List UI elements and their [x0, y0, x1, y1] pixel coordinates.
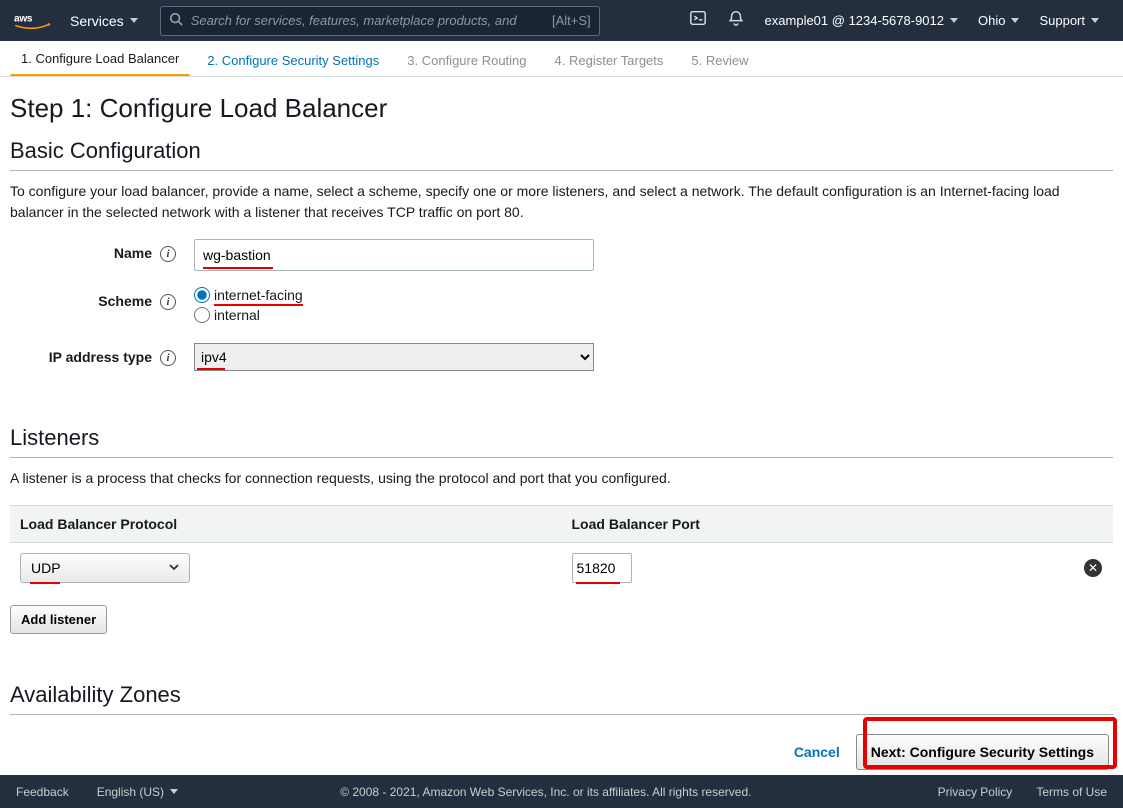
scheme-label: Scheme: [10, 287, 160, 309]
annotation-underline: [203, 267, 273, 269]
region-label: Ohio: [978, 13, 1005, 28]
page-title: Step 1: Configure Load Balancer: [10, 93, 1113, 124]
next-button[interactable]: Next: Configure Security Settings: [856, 734, 1109, 770]
port-input[interactable]: [572, 553, 632, 583]
step-2[interactable]: 2. Configure Security Settings: [196, 43, 390, 76]
search-icon: [169, 12, 183, 29]
row-scheme: Scheme i internet-facing internal: [10, 287, 1113, 327]
radio-internal[interactable]: [194, 307, 210, 323]
protocol-select[interactable]: UDP: [20, 553, 190, 583]
action-bar: Cancel Next: Configure Security Settings: [0, 729, 1123, 775]
basic-config-heading: Basic Configuration: [10, 138, 1113, 171]
annotation-underline: [30, 582, 60, 584]
scheme-internal-label: internal: [214, 307, 260, 323]
support-menu[interactable]: Support: [1039, 13, 1099, 28]
col-port: Load Balancer Port: [562, 506, 1074, 543]
scheme-internet-facing[interactable]: internet-facing: [194, 287, 594, 303]
footer-bar: Feedback English (US) © 2008 - 2021, Ama…: [0, 775, 1123, 808]
support-label: Support: [1039, 13, 1085, 28]
privacy-link[interactable]: Privacy Policy: [938, 785, 1013, 799]
notifications-icon[interactable]: [727, 9, 745, 32]
feedback-link[interactable]: Feedback: [16, 785, 69, 799]
remove-listener-icon[interactable]: ✕: [1084, 559, 1102, 577]
iptype-select[interactable]: ipv4: [194, 343, 594, 371]
chevron-down-icon: [1011, 18, 1019, 23]
listeners-heading: Listeners: [10, 425, 1113, 458]
global-search[interactable]: [Alt+S]: [160, 6, 600, 36]
language-selector[interactable]: English (US): [97, 785, 178, 799]
step-4: 4. Register Targets: [544, 43, 675, 76]
chevron-down-icon: [170, 789, 178, 794]
cancel-button[interactable]: Cancel: [794, 744, 840, 760]
radio-internet-facing[interactable]: [194, 287, 210, 303]
scheme-internal[interactable]: internal: [194, 307, 594, 323]
col-actions: [1073, 506, 1113, 543]
services-menu[interactable]: Services: [70, 13, 138, 29]
search-shortcut: [Alt+S]: [552, 13, 591, 28]
info-icon[interactable]: i: [160, 294, 176, 310]
search-input[interactable]: [191, 13, 544, 28]
info-icon[interactable]: i: [160, 246, 176, 262]
basic-config-desc: To configure your load balancer, provide…: [10, 181, 1113, 223]
col-protocol: Load Balancer Protocol: [10, 506, 562, 543]
annotation-underline: [197, 368, 225, 370]
top-nav: aws Services [Alt+S] example01 @ 1234-56…: [0, 0, 1123, 41]
name-label: Name: [10, 239, 160, 261]
info-icon[interactable]: i: [160, 350, 176, 366]
terms-link[interactable]: Terms of Use: [1036, 785, 1107, 799]
region-menu[interactable]: Ohio: [978, 13, 1019, 28]
row-iptype: IP address type i ipv4: [10, 343, 1113, 371]
account-label: example01 @ 1234-5678-9012: [765, 13, 944, 28]
account-menu[interactable]: example01 @ 1234-5678-9012: [765, 13, 958, 28]
cloudshell-icon[interactable]: [689, 9, 707, 32]
chevron-down-icon: [1091, 18, 1099, 23]
annotation-underline: [576, 582, 620, 584]
step-1[interactable]: 1. Configure Load Balancer: [10, 41, 190, 76]
iptype-label: IP address type: [10, 343, 160, 365]
main-content: Step 1: Configure Load Balancer Basic Co…: [0, 77, 1123, 740]
svg-text:aws: aws: [14, 13, 33, 24]
row-name: Name i: [10, 239, 1113, 271]
wizard-steps: 1. Configure Load Balancer 2. Configure …: [0, 41, 1123, 77]
listener-row: UDP ✕: [10, 543, 1113, 594]
add-listener-button[interactable]: Add listener: [10, 605, 107, 634]
aws-logo[interactable]: aws: [14, 11, 52, 31]
listeners-desc: A listener is a process that checks for …: [10, 468, 1113, 489]
az-heading: Availability Zones: [10, 682, 1113, 715]
copyright: © 2008 - 2021, Amazon Web Services, Inc.…: [178, 785, 914, 799]
step-3: 3. Configure Routing: [396, 43, 537, 76]
services-label: Services: [70, 13, 124, 29]
listeners-table: Load Balancer Protocol Load Balancer Por…: [10, 505, 1113, 593]
scheme-internet-label: internet-facing: [214, 287, 303, 303]
language-label: English (US): [97, 785, 164, 799]
step-5: 5. Review: [680, 43, 759, 76]
chevron-down-icon: [950, 18, 958, 23]
chevron-down-icon: [130, 18, 138, 23]
